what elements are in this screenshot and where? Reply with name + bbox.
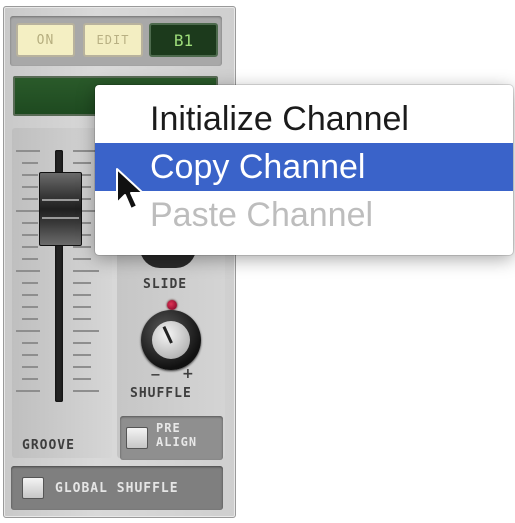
fader-tick xyxy=(73,258,91,260)
fader-tick xyxy=(22,318,38,320)
fader-tick xyxy=(73,270,99,272)
edit-button[interactable]: EDIT xyxy=(83,23,143,57)
fader-tick xyxy=(73,246,91,248)
fader-tick xyxy=(22,174,38,176)
pre-align-line-2: ALIGN xyxy=(156,435,198,449)
pre-align-label: PRE ALIGN xyxy=(156,421,197,449)
fader-tick xyxy=(22,342,38,344)
fader-tick xyxy=(22,246,38,248)
fader-tick xyxy=(16,210,40,212)
fader-tick xyxy=(22,198,38,200)
fader-tick xyxy=(73,294,91,296)
shuffle-minus-label: − xyxy=(150,368,161,383)
menu-item-copy-channel[interactable]: Copy Channel xyxy=(95,143,513,191)
on-button[interactable]: ON xyxy=(16,23,75,57)
fader-tick xyxy=(73,318,91,320)
fader-tick xyxy=(73,306,91,308)
fader-tick xyxy=(22,354,38,356)
fader-tick xyxy=(16,150,40,152)
fader-tick xyxy=(16,330,40,332)
fader-tick xyxy=(22,306,38,308)
menu-item-paste-channel: Paste Channel xyxy=(150,196,374,234)
fader-tick xyxy=(16,390,40,392)
shuffle-label: SHUFFLE xyxy=(130,386,192,401)
fader-tick xyxy=(16,270,40,272)
fader-tick xyxy=(22,234,38,236)
fader-tick xyxy=(73,366,91,368)
shuffle-led-indicator xyxy=(167,300,177,310)
fader-tick xyxy=(22,186,38,188)
pattern-display[interactable]: B1 xyxy=(149,23,218,57)
fader-tick xyxy=(73,162,91,164)
fader-tick xyxy=(22,222,38,224)
fader-tick xyxy=(22,282,38,284)
arrow-cursor-icon xyxy=(116,168,144,210)
fader-tick xyxy=(73,390,99,392)
pre-align-line-1: PRE xyxy=(156,421,181,435)
shuffle-plus-label: + xyxy=(182,366,194,382)
fader-tick xyxy=(73,354,91,356)
fader-tick xyxy=(22,258,38,260)
pre-align-checkbox[interactable] xyxy=(126,427,148,449)
menu-item-initialize-channel[interactable]: Initialize Channel xyxy=(95,95,513,143)
fader-tick xyxy=(73,378,91,380)
groove-fader-handle[interactable] xyxy=(39,172,82,246)
global-shuffle-checkbox[interactable] xyxy=(22,477,44,499)
fader-tick xyxy=(22,366,38,368)
global-shuffle-label: GLOBAL SHUFFLE xyxy=(55,481,179,496)
slide-label: SLIDE xyxy=(143,277,188,292)
fader-tick xyxy=(73,282,91,284)
fader-tick xyxy=(73,330,99,332)
fader-tick xyxy=(22,294,38,296)
groove-label: GROOVE xyxy=(22,438,75,453)
fader-tick xyxy=(22,162,38,164)
fader-tick xyxy=(73,342,91,344)
fader-tick xyxy=(22,378,38,380)
context-menu: Initialize Channel Copy Channel Paste Ch… xyxy=(95,85,513,255)
